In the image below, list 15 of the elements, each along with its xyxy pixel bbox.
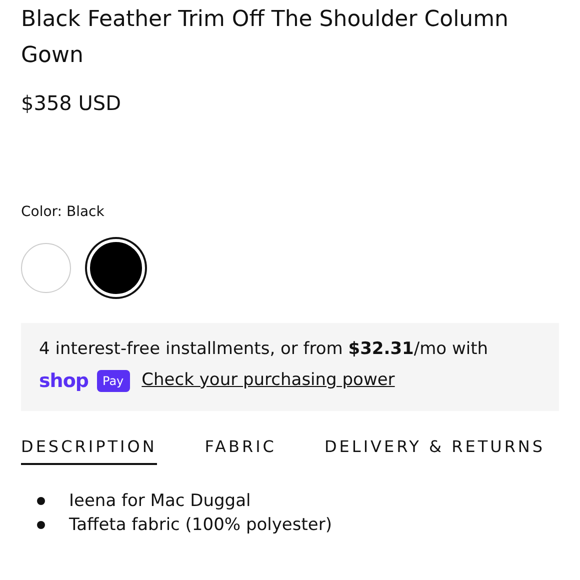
shop-pay-logo: shop (39, 368, 88, 394)
tab[interactable]: DESCRIPTION (21, 435, 157, 465)
purchasing-power-link[interactable]: Check your purchasing power (142, 368, 395, 394)
tab[interactable]: DELIVERY & RETURNS (324, 435, 546, 465)
product-title: Black Feather Trim Off The Shoulder Column Gown (21, 6, 510, 70)
installments-text: 4 interest-free installments, or from $32.31/mo with (39, 338, 490, 361)
pay-badge: Pay (96, 370, 130, 392)
bullet-text: Ieena for Mac Duggal (69, 490, 251, 513)
bullet-text: Taffeta fabric (100% polyester) (69, 514, 332, 537)
color-swatch[interactable] (21, 243, 71, 293)
color-label: Color: Black (21, 203, 106, 222)
bullet-icon (37, 497, 45, 505)
tab[interactable]: FABRIC (204, 435, 276, 465)
price: $358 USD (21, 90, 121, 117)
bullet-icon (37, 521, 45, 529)
